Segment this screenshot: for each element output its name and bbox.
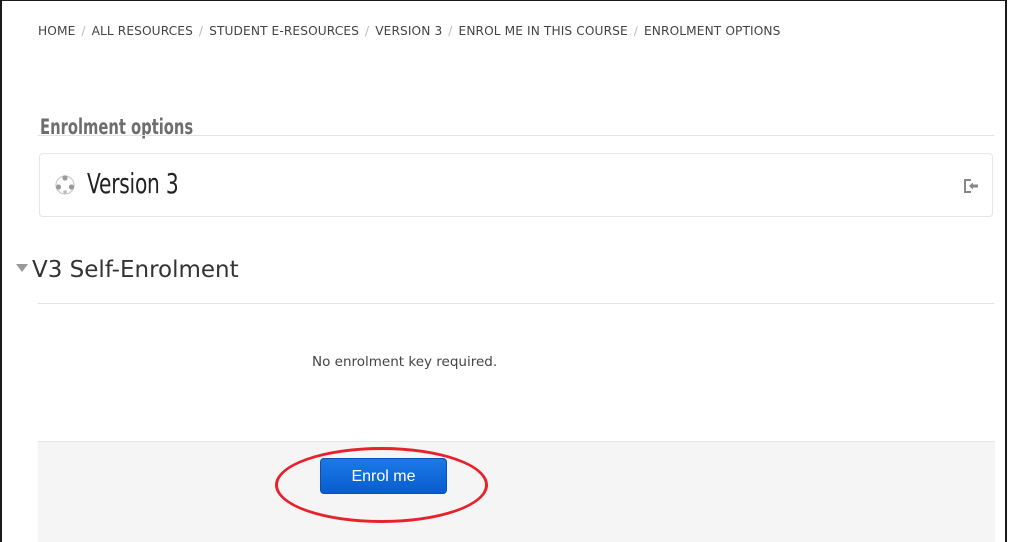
enrolment-key-info: No enrolment key required.: [312, 354, 498, 370]
breadcrumb-separator: /: [448, 24, 453, 38]
breadcrumb-student-e-resources[interactable]: STUDENT E-RESOURCES: [209, 24, 359, 38]
breadcrumb-all-resources[interactable]: ALL RESOURCES: [92, 24, 193, 38]
enrolment-section-title: V3 Self-Enrolment: [32, 257, 239, 283]
course-icon: [55, 175, 75, 195]
enrol-me-button[interactable]: Enrol me: [320, 458, 447, 494]
breadcrumb-enrol-me[interactable]: ENROL ME IN THIS COURSE: [459, 24, 628, 38]
breadcrumb: HOME / ALL RESOURCES / STUDENT E-RESOURCES / V…: [38, 24, 780, 38]
title-divider: [38, 135, 994, 136]
breadcrumb-home[interactable]: HOME: [38, 24, 75, 38]
breadcrumb-separator: /: [633, 24, 638, 38]
breadcrumb-separator: /: [198, 24, 204, 38]
enter-course-icon[interactable]: [962, 177, 980, 195]
breadcrumb-separator: /: [365, 24, 370, 38]
form-actions: Enrol me: [38, 441, 995, 542]
section-divider: [38, 303, 994, 304]
course-summary-box: Version 3: [39, 153, 993, 217]
enrolment-section-header[interactable]: V3 Self-Enrolment: [16, 257, 239, 283]
course-name-link[interactable]: Version 3: [87, 167, 179, 200]
breadcrumb-separator: /: [81, 24, 86, 38]
collapse-caret-icon[interactable]: [16, 264, 28, 272]
breadcrumb-version-3[interactable]: VERSION 3: [375, 24, 442, 38]
breadcrumb-enrolment-options: ENROLMENT OPTIONS: [644, 24, 781, 38]
